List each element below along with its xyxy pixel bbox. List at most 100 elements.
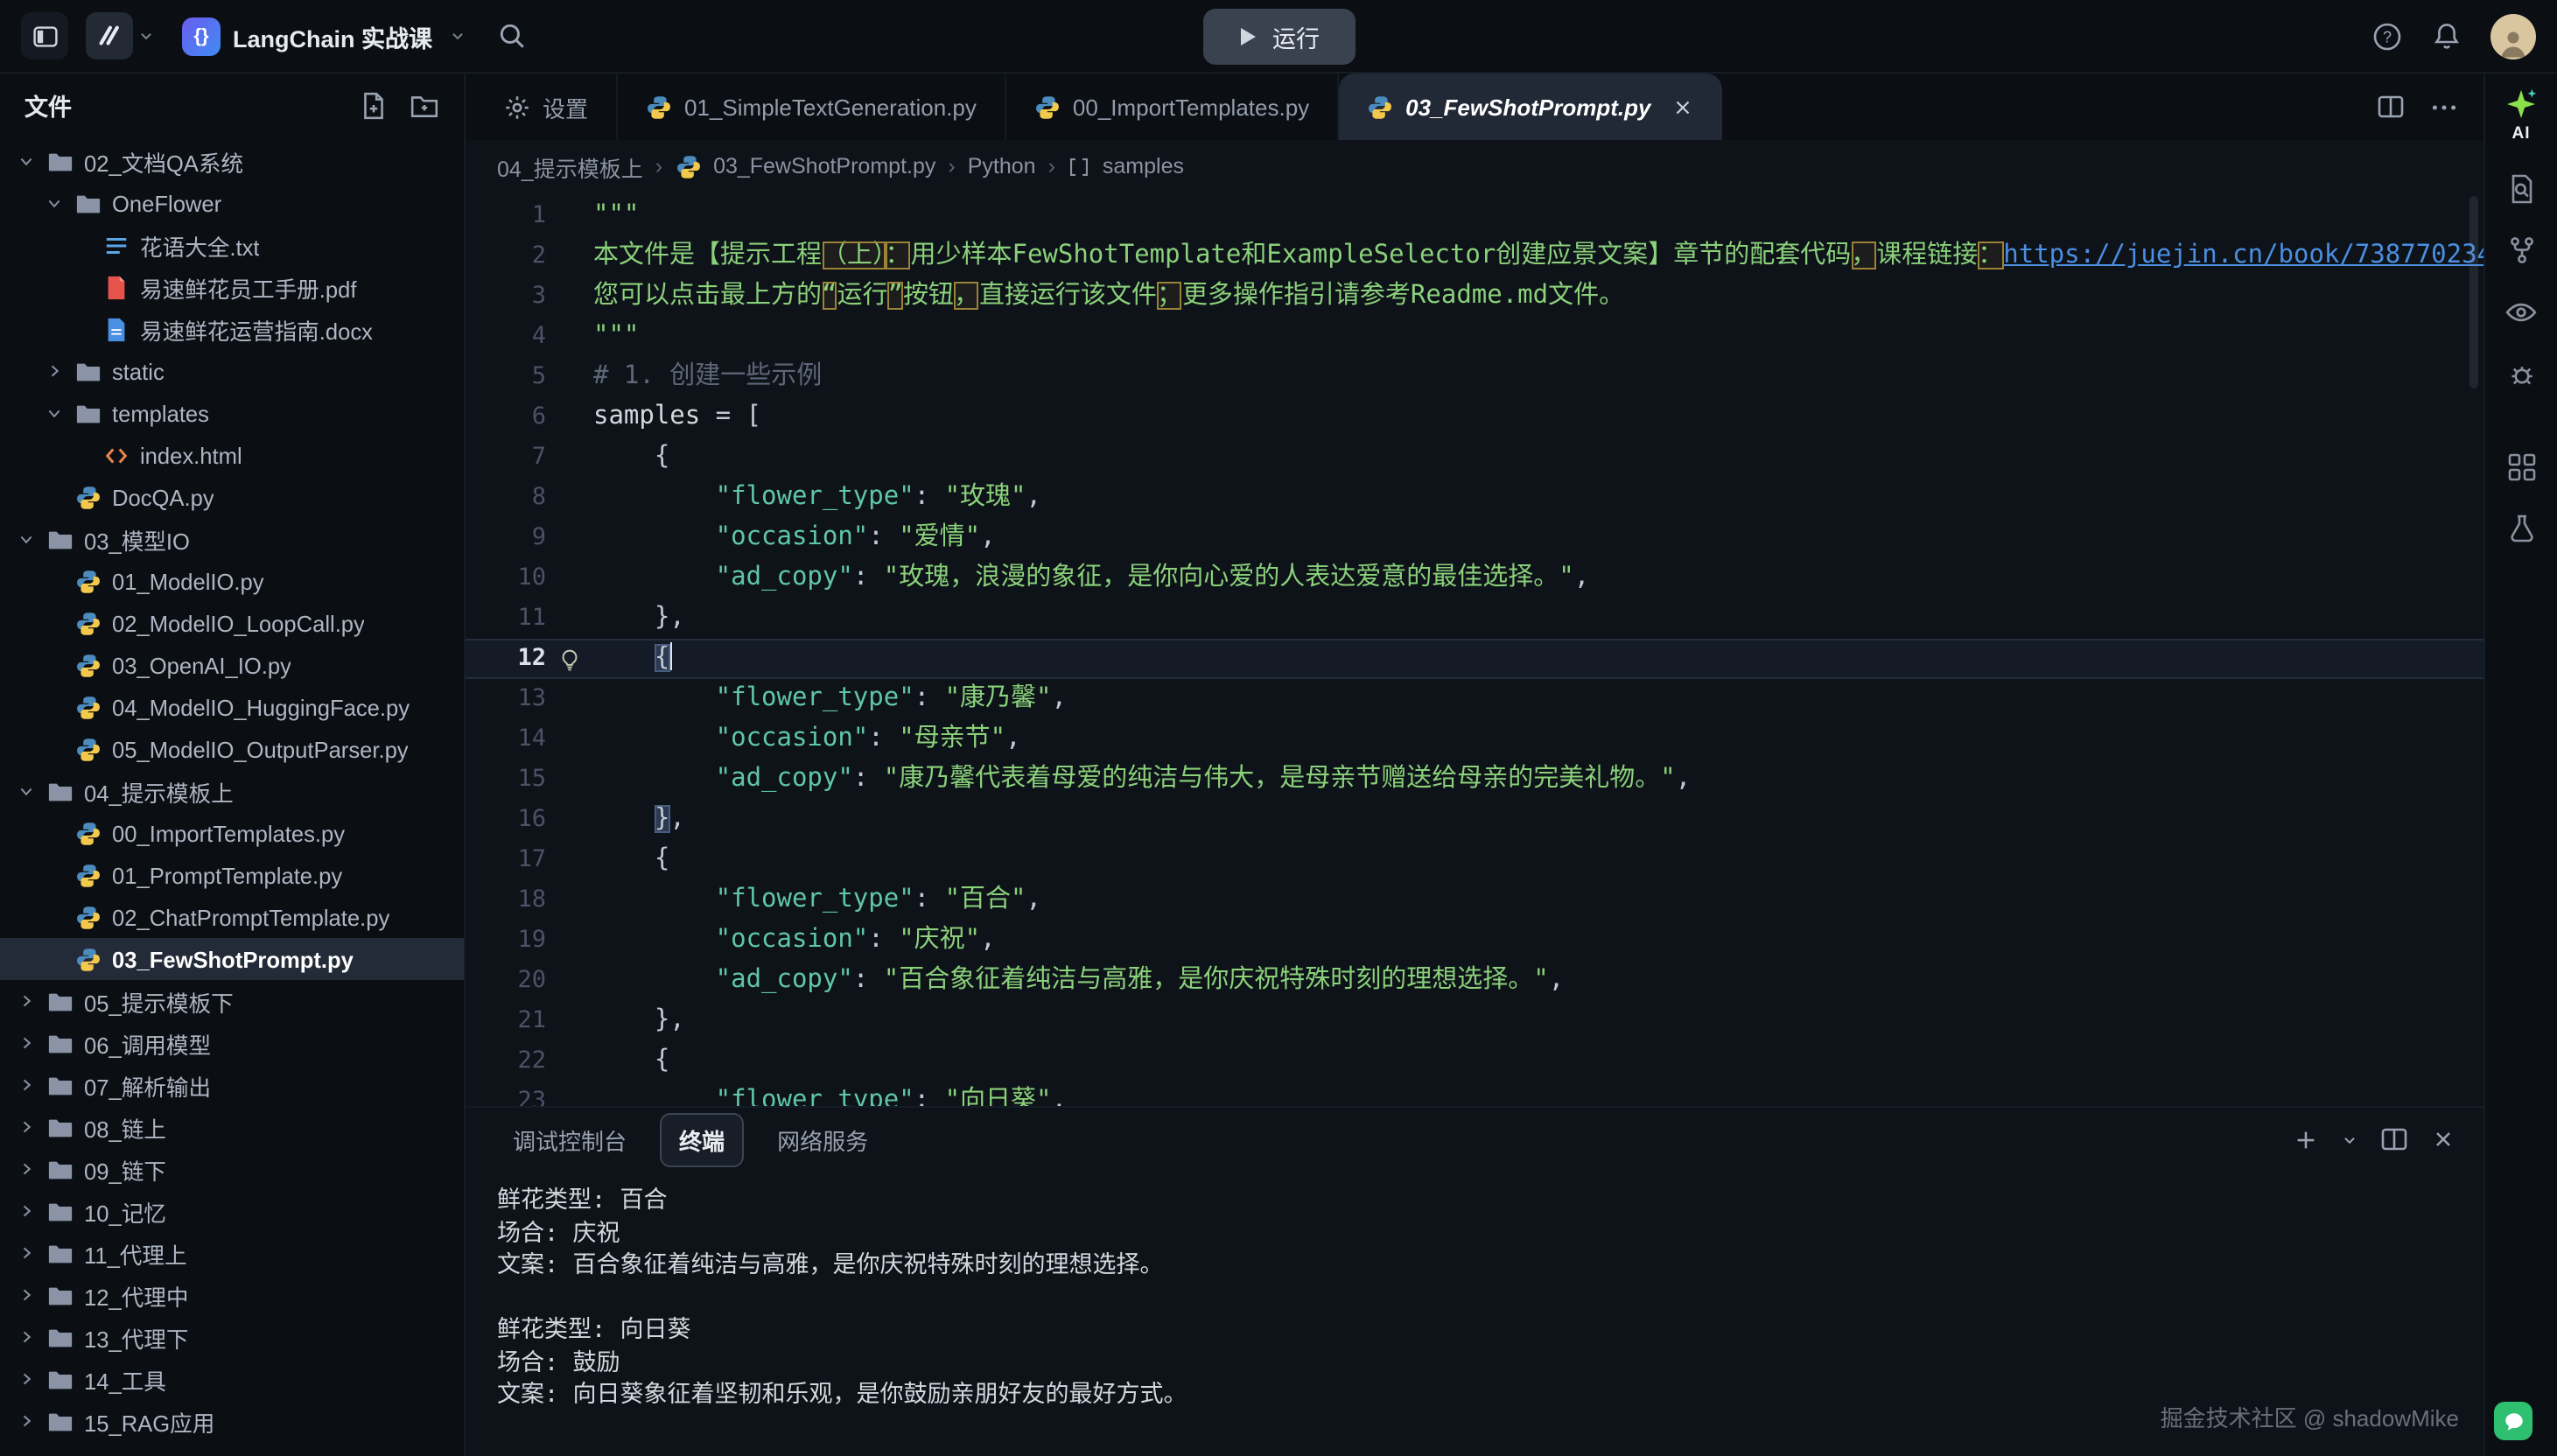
code-line[interactable]: 16 }, — [466, 800, 2483, 840]
line-number: 19 — [466, 920, 546, 961]
more-actions-icon[interactable] — [2429, 92, 2459, 122]
preview-eye-icon[interactable] — [2504, 296, 2538, 329]
avatar[interactable] — [2490, 13, 2536, 59]
tree-folder-row[interactable]: 05_提示模板下 — [0, 980, 464, 1022]
code-token: }, — [593, 1006, 685, 1034]
tree-file-row[interactable]: 易速鲜花员工手册.pdf — [0, 266, 464, 308]
tree-file-row[interactable]: 02_ChatPromptTemplate.py — [0, 896, 464, 938]
code-line[interactable]: 13 "flower_type": "康乃馨", — [466, 679, 2483, 719]
panel-tab[interactable]: 终端 — [660, 1112, 744, 1166]
tree-folder-row[interactable]: 04_提示模板上 — [0, 770, 464, 812]
code-line[interactable]: 11 }, — [466, 598, 2483, 639]
breadcrumb-item[interactable]: 04_提示模板上 — [497, 150, 643, 183]
tree-file-row[interactable]: 花语大全.txt — [0, 224, 464, 266]
app-logo[interactable] — [86, 12, 133, 60]
run-button[interactable]: 运行 — [1202, 8, 1355, 64]
tree-file-row[interactable]: 04_ModelIO_HuggingFace.py — [0, 686, 464, 728]
code-line[interactable]: 14 "occasion": "母亲节", — [466, 719, 2483, 760]
tree-file-row[interactable]: index.html — [0, 434, 464, 476]
chevron-down-icon[interactable] — [138, 28, 154, 44]
file-search-icon[interactable] — [2505, 173, 2537, 205]
notifications-bell-icon[interactable] — [2431, 20, 2462, 52]
chevron-right-icon — [14, 1076, 37, 1094]
code-line[interactable]: 15 "ad_copy": "康乃馨代表着母爱的纯洁与伟大，是母亲节赠送给母亲的… — [466, 760, 2483, 800]
code-line[interactable]: 20 "ad_copy": "百合象征着纯洁与高雅，是你庆祝特殊时刻的理想选择。… — [466, 961, 2483, 1001]
code-line[interactable]: 4""" — [466, 317, 2483, 357]
new-file-icon[interactable] — [359, 90, 389, 120]
code-line[interactable]: 10 "ad_copy": "玫瑰，浪漫的象征，是你向心爱的人表达爱意的最佳选择… — [466, 558, 2483, 598]
flask-icon[interactable] — [2505, 513, 2537, 544]
tree-folder-row[interactable]: templates — [0, 392, 464, 434]
editor-tab[interactable]: 设置 — [476, 74, 618, 140]
code-line[interactable]: 9 "occasion": "爱情", — [466, 518, 2483, 558]
split-panel-icon[interactable] — [2380, 1125, 2408, 1153]
tree-file-row[interactable]: 易速鲜花运营指南.docx — [0, 308, 464, 350]
panel-tab[interactable]: 网络服务 — [758, 1112, 887, 1166]
tree-folder-row[interactable]: 11_代理上 — [0, 1232, 464, 1274]
code-line[interactable]: 21 }, — [466, 1001, 2483, 1041]
code-line[interactable]: 17 { — [466, 840, 2483, 880]
tree-folder-row[interactable]: OneFlower — [0, 182, 464, 224]
editor-tab[interactable]: 03_FewShotPrompt.py — [1339, 74, 1722, 140]
extensions-grid-icon[interactable] — [2505, 452, 2537, 483]
project-switcher[interactable]: {} LangChain 实战课 — [182, 17, 466, 55]
search-icon[interactable] — [497, 21, 527, 51]
code-token: # 1. 创建一些示例 — [593, 362, 822, 390]
code-link[interactable]: https://juejin.cn/book/73877023474361303… — [2003, 242, 2483, 270]
tree-file-row[interactable]: 03_FewShotPrompt.py — [0, 938, 464, 980]
code-line[interactable]: 3您可以点击最上方的“运行”按钮，直接运行该文件；更多操作指引请参考Readme… — [466, 276, 2483, 317]
editor-tab[interactable]: 01_SimpleTextGeneration.py — [618, 74, 1006, 140]
tree-file-row[interactable]: DocQA.py — [0, 476, 464, 518]
tree-folder-row[interactable]: 13_代理下 — [0, 1316, 464, 1358]
code-line[interactable]: 19 "occasion": "庆祝", — [466, 920, 2483, 961]
close-tab-icon[interactable] — [1671, 95, 1694, 118]
sidebar-toggle-button[interactable] — [21, 12, 68, 60]
tree-folder-row[interactable]: 07_解析输出 — [0, 1064, 464, 1106]
tree-folder-row[interactable]: 08_链上 — [0, 1106, 464, 1148]
new-terminal-plus-icon[interactable] — [2293, 1126, 2319, 1152]
code-line[interactable]: 2本文件是【提示工程（上）：用少样本FewShotTemplate和Exampl… — [466, 236, 2483, 276]
breadcrumb-item[interactable]: 03_FewShotPrompt.py — [713, 154, 935, 178]
new-folder-icon[interactable] — [410, 90, 439, 120]
code-line[interactable]: 6samples = [ — [466, 397, 2483, 438]
tree-file-row[interactable]: 03_OpenAI_IO.py — [0, 644, 464, 686]
ai-assistant-button[interactable]: AI — [2504, 88, 2538, 144]
tree-folder-row[interactable]: 10_记忆 — [0, 1190, 464, 1232]
editor-scrollbar[interactable] — [2469, 196, 2478, 388]
help-icon[interactable]: ? — [2371, 20, 2403, 52]
tree-file-row[interactable]: 00_ImportTemplates.py — [0, 812, 464, 854]
tree-folder-row[interactable]: 03_模型IO — [0, 518, 464, 560]
code-line[interactable]: 7 { — [466, 438, 2483, 478]
symbol-icon — [1068, 155, 1090, 178]
code-line[interactable]: 1""" — [466, 196, 2483, 236]
tree-file-row[interactable]: 02_ModelIO_LoopCall.py — [0, 602, 464, 644]
tree-folder-row[interactable]: 14_工具 — [0, 1358, 464, 1400]
code-line[interactable]: 23 "flower_type": "向日葵", — [466, 1082, 2483, 1106]
tree-item-label: 易速鲜花运营指南.docx — [140, 312, 373, 346]
tree-folder-row[interactable]: static — [0, 350, 464, 392]
git-fork-icon[interactable] — [2505, 234, 2537, 266]
tree-folder-row[interactable]: 15_RAG应用 — [0, 1400, 464, 1442]
tree-file-row[interactable]: 01_ModelIO.py — [0, 560, 464, 602]
code-editor[interactable]: 1"""2本文件是【提示工程（上）：用少样本FewShotTemplate和Ex… — [466, 192, 2483, 1106]
chevron-down-icon[interactable] — [2342, 1131, 2357, 1147]
tree-folder-row[interactable]: 06_调用模型 — [0, 1022, 464, 1064]
tree-folder-row[interactable]: 12_代理中 — [0, 1274, 464, 1316]
code-line[interactable]: 18 "flower_type": "百合", — [466, 880, 2483, 920]
juejin-badge-icon[interactable] — [2494, 1402, 2532, 1440]
code-line[interactable]: 22 { — [466, 1041, 2483, 1082]
close-panel-icon[interactable] — [2431, 1127, 2455, 1152]
breadcrumb-item[interactable]: Python — [968, 154, 1036, 178]
tree-folder-row[interactable]: 09_链下 — [0, 1148, 464, 1190]
breadcrumb-item[interactable]: samples — [1103, 154, 1184, 178]
code-line[interactable]: 5# 1. 创建一些示例 — [466, 357, 2483, 397]
debug-bug-icon[interactable] — [2505, 359, 2537, 390]
panel-tab[interactable]: 调试控制台 — [494, 1112, 646, 1166]
code-line[interactable]: 12 { — [466, 639, 2483, 679]
split-editor-icon[interactable] — [2377, 93, 2405, 121]
tree-file-row[interactable]: 01_PromptTemplate.py — [0, 854, 464, 896]
tree-file-row[interactable]: 05_ModelIO_OutputParser.py — [0, 728, 464, 770]
editor-tab[interactable]: 00_ImportTemplates.py — [1006, 74, 1339, 140]
code-line[interactable]: 8 "flower_type": "玫瑰", — [466, 478, 2483, 518]
tree-folder-row[interactable]: 02_文档QA系统 — [0, 140, 464, 182]
